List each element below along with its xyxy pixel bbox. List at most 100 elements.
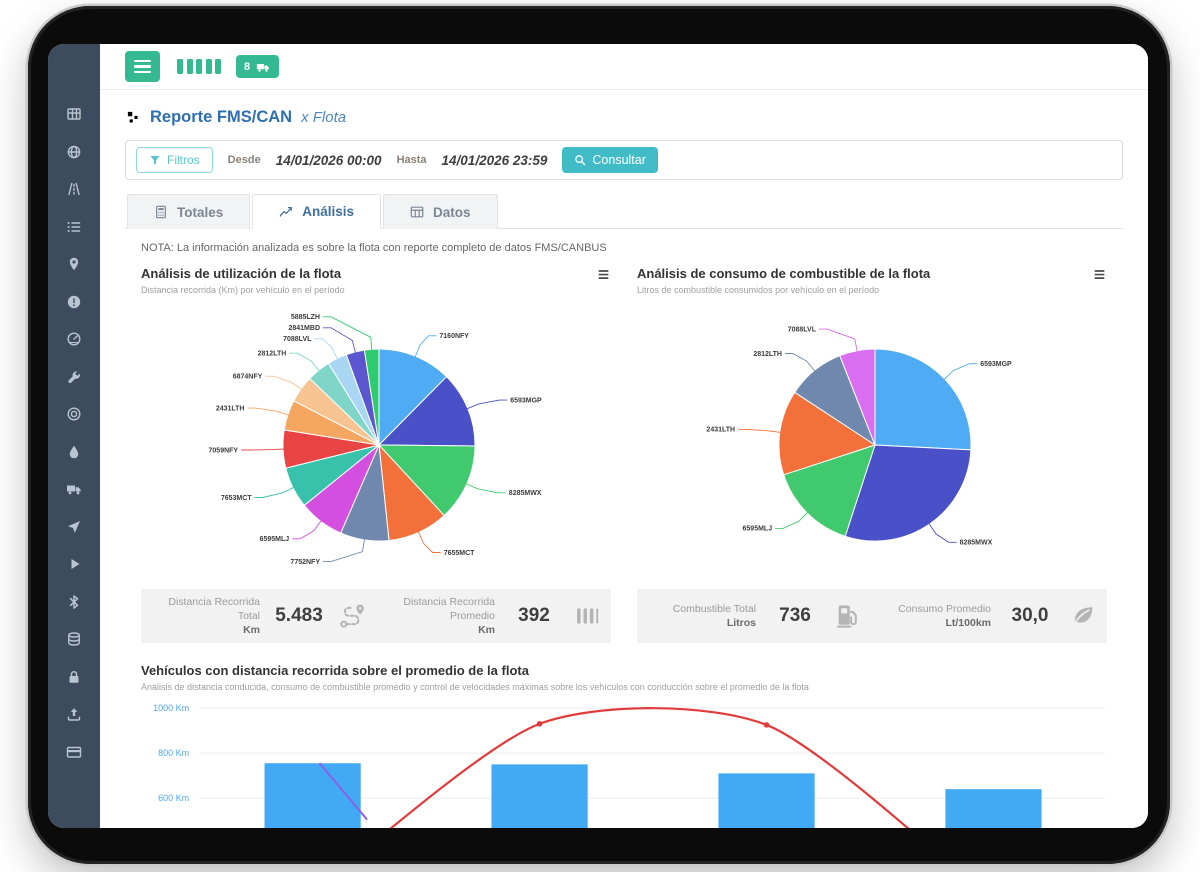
gauge-icon[interactable]	[66, 331, 82, 347]
wrench-icon[interactable]	[66, 369, 82, 385]
hasta-label: Hasta	[397, 154, 427, 166]
odometer-icon	[573, 602, 601, 630]
report-subtitle: x Flota	[301, 109, 346, 126]
sidebar-nav	[48, 44, 100, 828]
svg-text:2431LTH: 2431LTH	[706, 427, 735, 434]
chart-subtitle: Distancia recorrida (Km) por vehículo en…	[141, 285, 345, 295]
stat-value: 5.483	[270, 605, 328, 627]
filtros-button[interactable]: Filtros	[136, 147, 213, 173]
svg-text:600 Km: 600 Km	[158, 793, 189, 803]
stat-label: Combustible Total	[647, 602, 756, 616]
svg-text:2812LTH: 2812LTH	[258, 351, 287, 358]
pin-icon[interactable]	[66, 256, 82, 272]
road-icon[interactable]	[66, 181, 82, 197]
fuel-chart-card: Análisis de consumo de combustible de la…	[637, 258, 1107, 643]
globe-icon[interactable]	[66, 144, 82, 160]
svg-text:7653MCT: 7653MCT	[221, 495, 252, 502]
desde-value[interactable]: 14/01/2026 00:00	[276, 153, 382, 168]
svg-text:7655MCT: 7655MCT	[444, 550, 475, 557]
filtros-label: Filtros	[167, 153, 200, 167]
chart-header: Análisis de utilización de la flota Dist…	[141, 266, 611, 295]
alert-icon[interactable]	[66, 294, 82, 310]
chart-title: Análisis de consumo de combustible de la…	[637, 266, 930, 281]
chart-title: Análisis de utilización de la flota	[141, 266, 345, 281]
stat-label: Distancia Recorrida	[151, 595, 260, 609]
stat-distancia-total: Distancia Recorrida Total Km 5.483	[141, 589, 376, 643]
svg-text:7752NFY: 7752NFY	[290, 559, 320, 566]
fleet-truck-count-badge[interactable]: 8	[236, 55, 279, 78]
svg-text:7160NFY: 7160NFY	[439, 333, 469, 340]
stat-distancia-promedio: Distancia Recorrida Promedio Km 392	[376, 589, 611, 643]
tab-analisis[interactable]: Análisis	[252, 194, 381, 229]
tab-totales[interactable]: Totales	[127, 194, 250, 229]
svg-text:8285MWX: 8285MWX	[509, 490, 542, 497]
stat-unit: Litros	[647, 616, 756, 630]
utilization-pie-chart: 7160NFY6593MGP8285MWX7655MCT7752NFY6595M…	[141, 295, 611, 587]
report-title: Reporte FMS/CAN	[150, 108, 292, 127]
distance-stats-strip: Distancia Recorrida Total Km 5.483	[141, 589, 611, 643]
card-icon[interactable]	[66, 744, 82, 760]
tab-totales-label: Totales	[177, 205, 223, 220]
report-nodes-icon	[127, 111, 141, 125]
tab-datos-label: Datos	[433, 205, 471, 220]
nota-text: NOTA: La información analizada es sobre …	[141, 242, 1107, 254]
utilization-chart-card: Análisis de utilización de la flota Dist…	[141, 258, 611, 643]
bluetooth-icon[interactable]	[66, 594, 82, 610]
svg-text:6874NFY: 6874NFY	[233, 374, 263, 381]
table-icon	[410, 205, 424, 219]
filter-funnel-icon	[149, 154, 161, 166]
signal-bars-icon	[177, 59, 221, 74]
consultar-label: Consultar	[592, 153, 646, 167]
svg-text:2812LTH: 2812LTH	[753, 351, 782, 358]
chart-context-menu-button[interactable]	[596, 268, 611, 281]
upload-icon[interactable]	[66, 706, 82, 722]
send-icon[interactable]	[66, 519, 82, 535]
droplet-icon[interactable]	[66, 444, 82, 460]
svg-text:800 Km: 800 Km	[158, 748, 189, 758]
tab-datos[interactable]: Datos	[383, 194, 498, 229]
stat-consumo-promedio: Consumo Promedio Lt/100km 30,0	[872, 589, 1107, 643]
chart-context-menu-button[interactable]	[1092, 268, 1107, 281]
stat-unit: Km	[386, 623, 495, 637]
grid-icon[interactable]	[66, 106, 82, 122]
desde-label: Desde	[228, 154, 261, 166]
stat-unit: Lt/100km	[882, 616, 991, 630]
chart-subtitle: Litros de combustible consumidos por veh…	[637, 285, 930, 295]
above-average-bar-chart: 1000 Km800 Km600 Km	[141, 700, 1107, 828]
page: Reporte FMS/CAN x Flota Filtros Desde 14…	[100, 90, 1148, 828]
bottom-chart-subtitle: Análisis de distancia conducida, consumo…	[141, 682, 1107, 692]
tab-bar: Totales Análisis Datos	[125, 194, 1123, 229]
tab-panel: NOTA: La información analizada es sobre …	[125, 229, 1123, 828]
stat-unit: Km	[151, 623, 260, 637]
lock-icon[interactable]	[66, 669, 82, 685]
above-average-section: Vehículos con distancia recorrida sobre …	[125, 663, 1123, 828]
stat-value: 736	[766, 605, 824, 627]
chart-line-icon	[279, 205, 293, 219]
leaf-icon	[1069, 602, 1097, 630]
play-icon[interactable]	[66, 556, 82, 572]
truck-icon[interactable]	[66, 481, 82, 497]
topbar: 8	[100, 44, 1148, 90]
truck-count: 8	[244, 61, 250, 73]
hasta-value[interactable]: 14/01/2026 23:59	[442, 153, 548, 168]
filter-bar: Filtros Desde 14/01/2026 00:00 Hasta 14/…	[125, 140, 1123, 180]
tablet-frame: 8 Reporte FMS/CAN x Flota Filtros Desde	[28, 6, 1170, 864]
consultar-button[interactable]: Consultar	[562, 147, 658, 173]
svg-text:6593MGP: 6593MGP	[510, 397, 542, 404]
svg-text:7088LVL: 7088LVL	[788, 326, 817, 333]
svg-text:7059NFY: 7059NFY	[209, 447, 239, 454]
stat-value: 392	[505, 605, 563, 627]
bottom-chart-title: Vehículos con distancia recorrida sobre …	[141, 663, 1107, 678]
truck-icon	[255, 60, 271, 74]
svg-text:6593MGP: 6593MGP	[980, 361, 1012, 368]
stat-combustible-total: Combustible Total Litros 736	[637, 589, 872, 643]
stat-label: Distancia Recorrida	[386, 595, 495, 609]
fuel-stats-strip: Combustible Total Litros 736 C	[637, 589, 1107, 643]
hamburger-menu-button[interactable]	[125, 51, 160, 82]
list-icon[interactable]	[66, 219, 82, 235]
main-area: 8 Reporte FMS/CAN x Flota Filtros Desde	[100, 44, 1148, 828]
svg-text:6595MLJ: 6595MLJ	[743, 526, 773, 533]
database-icon[interactable]	[66, 631, 82, 647]
target-icon[interactable]	[66, 406, 82, 422]
stat-label: Consumo Promedio	[882, 602, 991, 616]
